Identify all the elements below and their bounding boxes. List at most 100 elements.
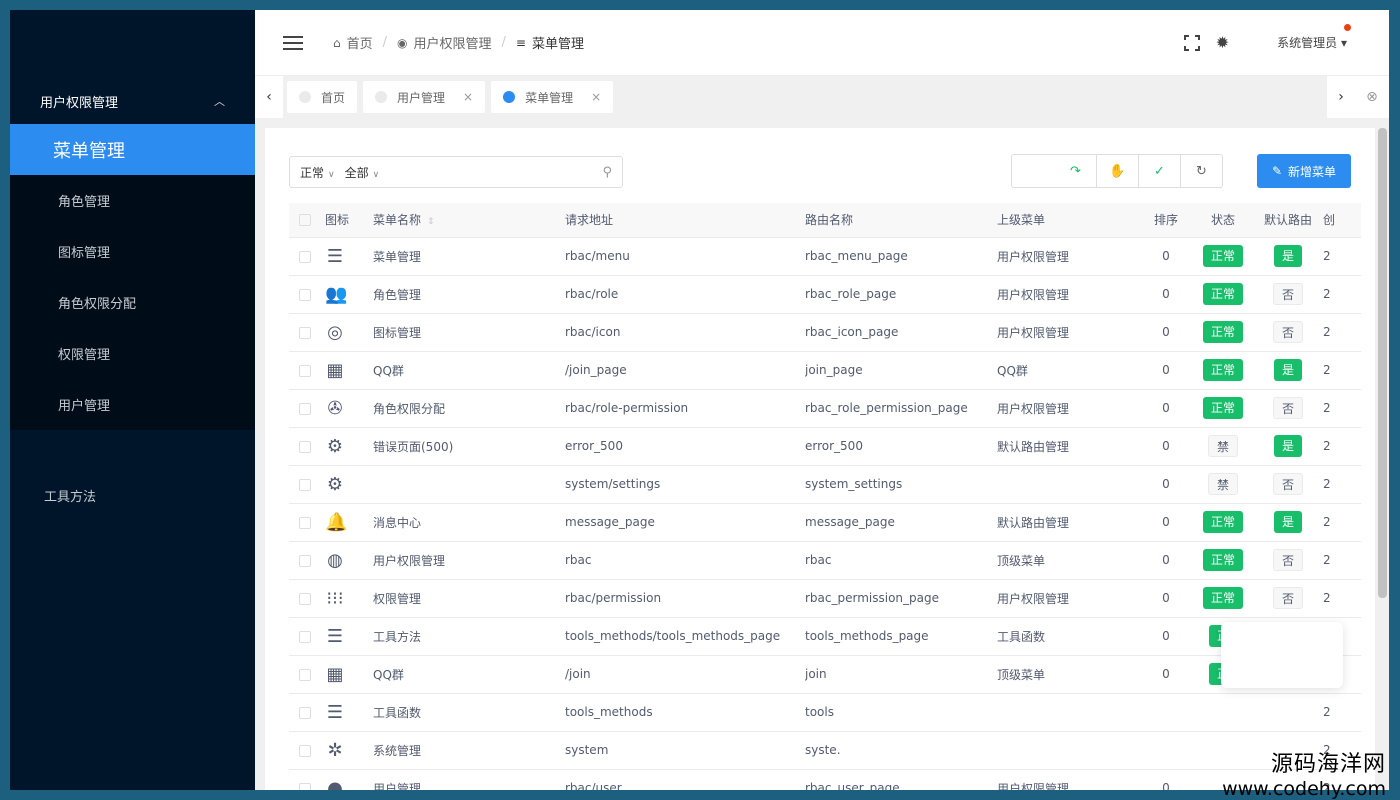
chevron-left-icon[interactable]: ‹: [255, 76, 283, 118]
bell-icon: 🔔: [325, 511, 348, 533]
sidebar-item-label: 图标管理: [58, 246, 111, 261]
row-checkbox[interactable]: [289, 769, 325, 790]
sidebar-item-user[interactable]: 用户管理: [10, 379, 255, 430]
row-checkbox[interactable]: [289, 465, 325, 504]
table-row[interactable]: ☰ 工具方法 tools_methods/tools_methods_page too…: [289, 617, 1361, 656]
row-url: rbac/permission: [565, 579, 805, 618]
status-badge[interactable]: 禁: [1207, 473, 1238, 495]
row-checkbox[interactable]: [289, 617, 325, 656]
status-badge[interactable]: 正常: [1202, 245, 1243, 267]
table-row[interactable]: ☰ 菜单管理 rbac/menu rbac_menu_page 用户权限管理 0 正常 是 2: [289, 237, 1361, 276]
table-row[interactable]: ☰ 工具函数 tools_methods tools 2: [289, 693, 1361, 732]
close-icon[interactable]: ×: [463, 90, 473, 104]
chevron-right-icon[interactable]: ›: [1327, 76, 1355, 118]
row-route: error_500: [805, 427, 997, 466]
sidebar-item-menu[interactable]: 菜单管理: [10, 124, 255, 175]
default-route-badge[interactable]: 是: [1273, 245, 1302, 267]
default-route-badge[interactable]: 是: [1273, 435, 1302, 457]
select-all-checkbox[interactable]: [289, 203, 325, 238]
row-name: 角色管理: [373, 275, 565, 314]
row-status-cell: 正常: [1193, 351, 1253, 390]
default-route-badge[interactable]: 否: [1272, 549, 1303, 571]
default-route-badge[interactable]: 否: [1272, 283, 1303, 305]
default-route-badge[interactable]: 是: [1273, 511, 1302, 533]
table-row[interactable]: ◍ 用户权限管理 rbac rbac 顶级菜单 0 正常否 2: [289, 541, 1361, 580]
status-badge[interactable]: 正常: [1202, 511, 1243, 533]
default-route-badge[interactable]: 否: [1272, 473, 1303, 495]
sidebar-group-tools[interactable]: 工具方法: [10, 486, 255, 505]
hamburger-icon[interactable]: [283, 35, 303, 50]
breadcrumb-home[interactable]: ⌂ 首页: [333, 33, 373, 53]
user-menu[interactable]: 系统管理员 ▾: [1277, 24, 1351, 51]
default-route-badge[interactable]: 否: [1272, 321, 1303, 343]
table-row[interactable]: ✲ 系统管理 system syste. 2: [289, 731, 1361, 770]
bug-icon[interactable]: ✹: [1216, 33, 1229, 52]
table-row[interactable]: ▦QQ群/joinjoin顶级菜单0正2: [289, 655, 1361, 694]
status-badge[interactable]: 正常: [1202, 283, 1243, 305]
default-route-badge[interactable]: 否: [1272, 397, 1303, 419]
col-header-name[interactable]: 菜单名称 ⇕: [373, 203, 565, 238]
row-checkbox[interactable]: [289, 503, 325, 542]
row-sort: 0: [1139, 427, 1193, 466]
table-row[interactable]: ✇ 角色权限分配 rbac/role-permission rbac_role_per…: [289, 389, 1361, 428]
close-icon[interactable]: ×: [591, 90, 601, 104]
row-checkbox[interactable]: [289, 731, 325, 770]
table-row[interactable]: ⚙ 错误页面(500) error_500 error_500 默认路由管理 0 禁是 2: [289, 427, 1361, 466]
status-badge[interactable]: 正常: [1202, 587, 1243, 609]
search-icon[interactable]: ⚲: [602, 165, 612, 180]
row-checkbox[interactable]: [289, 351, 325, 390]
status-badge[interactable]: 正常: [1202, 359, 1243, 381]
row-checkbox[interactable]: [289, 275, 325, 314]
refresh-button[interactable]: ↻: [1181, 154, 1223, 188]
row-checkbox[interactable]: [289, 237, 325, 276]
row-sort: 0: [1139, 351, 1193, 390]
breadcrumb-rbac[interactable]: ◉ 用户权限管理: [397, 33, 492, 53]
row-route: rbac_icon_page: [805, 313, 997, 352]
row-created: 2: [1323, 351, 1361, 390]
table-row[interactable]: ◎ 图标管理 rbac/icon rbac_icon_page 用户权限管理 0 正常 否 2: [289, 313, 1361, 352]
sidebar-item-role-permission[interactable]: 角色权限分配: [10, 277, 255, 328]
status-badge[interactable]: 正常: [1202, 397, 1243, 419]
enable-button[interactable]: ✓: [1139, 154, 1181, 188]
user-icon: ●: [327, 777, 343, 791]
row-checkbox[interactable]: [289, 427, 325, 466]
table-row[interactable]: ⁝⁝⁝ 权限管理 rbac/permission rbac_permission_pa…: [289, 579, 1361, 618]
row-checkbox[interactable]: [289, 389, 325, 428]
sidebar-item-role[interactable]: 角色管理: [10, 175, 255, 226]
search-box[interactable]: 正常 ∨ 全部 ∨ ⚲: [289, 156, 623, 188]
sidebar-item-permission[interactable]: 权限管理: [10, 328, 255, 379]
tab-menu-manage[interactable]: 菜单管理 ×: [491, 81, 614, 113]
table-row[interactable]: 👥 角色管理 rbac/role rbac_role_page 用户权限管理 0 正常 否 2: [289, 275, 1361, 314]
sort-icon[interactable]: ⇕: [427, 217, 435, 227]
status-badge[interactable]: 正常: [1202, 321, 1243, 343]
add-menu-button[interactable]: ✎ 新增菜单: [1257, 154, 1351, 188]
row-checkbox[interactable]: [289, 313, 325, 352]
redo-button[interactable]: ↷: [1055, 154, 1097, 188]
default-route-badge[interactable]: 否: [1272, 587, 1303, 609]
table-row[interactable]: ▦ QQ群/join_page join_page QQ群 0 正常是 2: [289, 351, 1361, 390]
sidebar-group-rbac[interactable]: 用户权限管理 ︿: [10, 78, 255, 124]
table-row[interactable]: 🔔 消息中心 message_page message_page 默认路由管理 0 正常是 2: [289, 503, 1361, 542]
row-checkbox[interactable]: [289, 693, 325, 732]
stop-button[interactable]: ✋: [1097, 154, 1139, 188]
close-all-icon[interactable]: ⊗: [1355, 76, 1389, 118]
status-badge[interactable]: 禁: [1207, 435, 1238, 457]
table-row[interactable]: ● 用户管理 rbac/user rbac_user_page 用户权限管理 0 2: [289, 769, 1361, 790]
type-filter-select[interactable]: 全部 ∨: [345, 164, 380, 181]
row-checkbox[interactable]: [289, 655, 325, 694]
aperture-icon: ✇: [327, 397, 343, 419]
status-filter-select[interactable]: 正常 ∨: [300, 164, 335, 181]
tab-home[interactable]: 首页: [287, 81, 358, 113]
row-checkbox[interactable]: [289, 541, 325, 580]
table-row[interactable]: ⚙ system/settings system_settings 0 禁 否 2: [289, 465, 1361, 504]
tab-user-manage[interactable]: 用户管理 ×: [363, 81, 486, 113]
scrollbar[interactable]: [1378, 128, 1387, 598]
row-status-cell: 禁: [1193, 465, 1253, 504]
sidebar-item-icon[interactable]: 图标管理: [10, 226, 255, 277]
row-default-cell: 否: [1253, 465, 1323, 504]
row-sort: 0: [1139, 275, 1193, 314]
default-route-badge[interactable]: 是: [1273, 359, 1302, 381]
fullscreen-icon[interactable]: [1182, 33, 1201, 52]
row-checkbox[interactable]: [289, 579, 325, 618]
status-badge[interactable]: 正常: [1202, 549, 1243, 571]
